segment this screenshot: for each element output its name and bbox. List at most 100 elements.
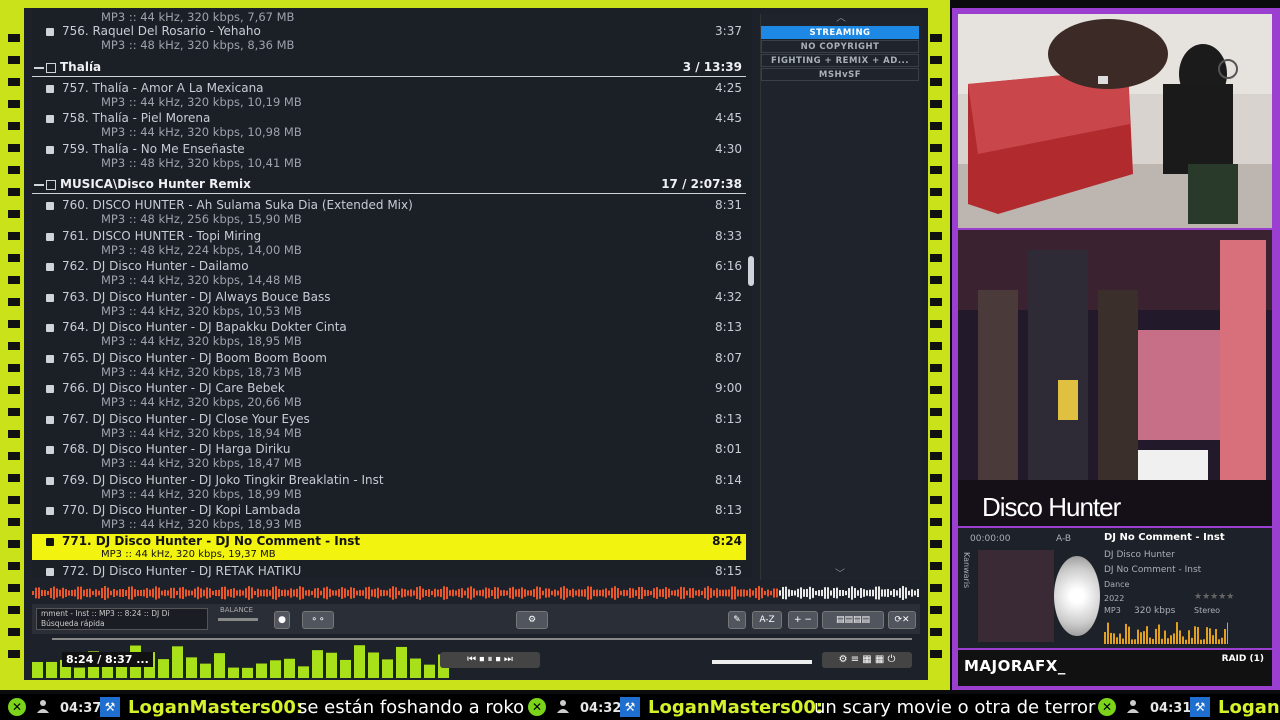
track-duration: 4:32 [715,289,742,304]
mini-status-display: mment - Inst :: MP3 :: 8:24 :: DJ Di Bús… [36,608,208,630]
group-checkbox-icon[interactable] [46,180,56,190]
track-icon [46,263,54,271]
loop-button[interactable]: ⚬⚬ [302,611,334,629]
tab-fighting-remix[interactable]: FIGHTING + REMIX + AD... [761,54,919,67]
chat-ticker: ✕ 04:37 ⚒ LoganMasters00: se están fosha… [0,694,1280,720]
track-title: 771. DJ Disco Hunter - DJ No Comment - I… [62,533,361,548]
track-icon [46,507,54,515]
track-icon [46,232,54,241]
cover-title: Disco Hunter [982,492,1121,522]
settings-button[interactable]: ⚙ [516,611,548,629]
add-remove-button[interactable]: + − [788,611,818,629]
track-meta: MP3 :: 48 kHz, 320 kbps, 8,36 MB [101,38,295,52]
close-icon[interactable]: ⟳✕ [888,611,916,629]
np-bitrate: 320 kbps [1134,606,1176,616]
album-cover-large: Disco Hunter [958,230,1272,526]
track-title: 766. DJ Disco Hunter - DJ Care Bebek [62,381,285,395]
track-icon [46,293,54,302]
playlist-row[interactable]: 761. DISCO HUNTER - Topi Miring MP3 :: 48… [32,229,746,257]
track-title: 764. DJ Disco Hunter - DJ Bapakku Dokter… [62,320,347,334]
ticker-user: LoganMa [1218,697,1280,718]
ticker-time: 04:31 [1150,701,1192,716]
volume-slider[interactable] [712,660,812,664]
playlist-row-active[interactable]: 771. DJ Disco Hunter - DJ No Comment - I… [32,533,746,560]
playlist-row[interactable]: 759. Thalía - No Me Enseñaste MP3 :: 48 k… [32,141,746,170]
transport-buttons[interactable]: ⏮ ⏹ ⏸ ⏹ ⏭ [440,652,540,668]
tab-no-copyright[interactable]: NO COPYRIGHT [761,40,919,53]
user-icon [557,700,569,713]
ticker-message: un scary movie o otra de terror [814,697,1096,718]
playlist-row[interactable]: 762. DJ Disco Hunter - Dailamo MP3 :: 44 … [32,259,746,287]
ticker-message: se están foshando a roko [298,697,525,718]
balance-label: BALANCE [220,606,253,614]
np-genre: Dance [1104,580,1130,589]
waveform-seekbar[interactable] [32,584,920,602]
badge-icon: ✕ [8,698,26,716]
tab-streaming[interactable]: STREAMING [761,26,919,39]
ticker-item: ✕ 04:31 ⚒ LoganMa [1098,696,1280,718]
ticker-user: LoganMasters00: [128,697,304,718]
sort-button[interactable]: A-Z [752,611,782,629]
np-rating[interactable]: ★★★★★ [1194,592,1234,602]
collapse-icon[interactable] [34,184,44,186]
playlist-row[interactable]: 758. Thalía - Piel Morena MP3 :: 44 kHz, … [32,111,746,139]
track-meta: MP3 :: 44 kHz, 320 kbps, 19,37 MB [101,548,276,560]
raid-counter: RAID (1) [1221,654,1264,664]
track-duration: 8:13 [715,503,742,517]
track-title: 768. DJ Disco Hunter - DJ Harga Diriku [62,442,291,456]
playlist-group-header[interactable]: MUSICA\Disco Hunter Remix 17 / 2:07:38 [32,177,746,194]
track-duration: 6:16 [715,259,742,273]
group-name: MUSICA\Disco Hunter Remix [60,177,251,191]
np-format: MP3 [1104,606,1121,615]
track-title: 763. DJ Disco Hunter - DJ Always Bouce B… [62,289,331,304]
chevron-up-icon[interactable]: ︿ [761,14,921,26]
transport-bar: 8:24 / 8:37 ... ⏮ ⏹ ⏸ ⏹ ⏭ ⚙ ≡ ▦ ▦ ⏻ [32,640,920,678]
tab-mshvsf[interactable]: MSHvSF [761,68,919,81]
track-icon [46,354,54,363]
quick-search-label[interactable]: Búsqueda rápida [41,619,207,629]
track-icon [46,202,54,210]
collapse-icon[interactable] [34,66,44,69]
track-icon [46,145,54,154]
playlist-row[interactable]: 765. DJ Disco Hunter - DJ Boom Boom Boom… [32,351,746,379]
badge-icon: ✕ [1098,698,1116,716]
playlist-row[interactable]: 760. DISCO HUNTER - Ah Sulama Suka Dia (… [32,198,746,226]
playlist-row[interactable]: 768. DJ Disco Hunter - DJ Harga Diriku MP… [32,442,746,470]
streamer-name-bar: MAJORAFX_ RAID (1) [958,650,1272,686]
chevron-down-icon[interactable]: ﹀ [761,565,919,580]
track-duration: 9:00 [715,381,742,395]
np-ab-repeat[interactable]: A-B [1056,534,1071,544]
track-duration: 8:13 [715,320,742,334]
playlist-row[interactable]: 772. DJ Disco Hunter - DJ RETAK HATIKUMP… [32,564,746,578]
track-icon [46,537,54,546]
group-checkbox-icon[interactable] [46,62,56,73]
track-meta: MP3 :: 44 kHz, 320 kbps, 18,47 MB [101,456,302,470]
playlist[interactable]: MP3 :: 44 kHz, 320 kbps, 7,67 MB 756. Ra… [32,8,752,578]
ticker-time: 04:37 [60,701,102,716]
track-icon [46,476,54,485]
edit-icon[interactable]: ✎ [728,611,746,629]
hammer-icon: ⚒ [100,697,120,717]
playlist-row[interactable]: 766. DJ Disco Hunter - DJ Care Bebek MP3 … [32,381,746,409]
badge-icon: ✕ [528,698,546,716]
eq-buttons[interactable]: ⚙ ≡ ▦ ▦ ⏻ [822,652,912,668]
track-meta: MP3 :: 44 kHz, 320 kbps, 18,73 MB [101,364,302,379]
track-duration: 4:30 [715,141,742,156]
track-icon [46,567,54,576]
playlist-row[interactable]: 767. DJ Disco Hunter - DJ Close Your Eye… [32,412,746,440]
view-buttons[interactable]: ▤▤▤▤ [822,611,884,629]
playlist-group-header[interactable]: Thalía 3 / 13:39 [32,60,746,77]
playlist-row[interactable]: 763. DJ Disco Hunter - DJ Always Bouce B… [32,289,746,318]
track-icon [46,28,54,36]
track-meta: MP3 :: 44 kHz, 320 kbps, 18,93 MB [101,517,302,531]
balance-slider[interactable] [218,618,258,621]
playlist-row[interactable]: 757. Thalía - Amor A La Mexicana MP3 :: 4… [32,81,746,109]
record-button[interactable]: ● [274,611,290,629]
playlist-row[interactable]: 770. DJ Disco Hunter - DJ Kopi Lambada MP… [32,503,746,531]
playlist-scrollbar[interactable] [748,256,754,286]
playlist-row[interactable]: 769. DJ Disco Hunter - DJ Joko Tingkir B… [32,473,746,501]
playlist-row[interactable]: 764. DJ Disco Hunter - DJ Bapakku Dokter… [32,320,746,348]
playlist-row[interactable]: 756. Raquel Del Rosario - Yehaho MP3 :: 4… [32,24,746,52]
frame-chevron-right [930,20,942,660]
streamer-name: MAJORAFX_ [964,657,1066,675]
